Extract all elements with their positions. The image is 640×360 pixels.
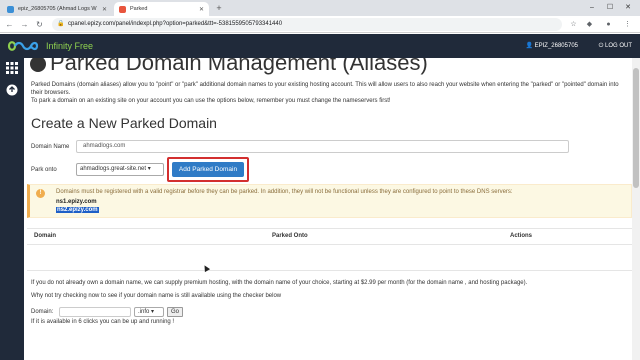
forward-icon[interactable]: → bbox=[19, 19, 30, 30]
browser-tab-parked[interactable]: Parked ✕ bbox=[114, 2, 209, 16]
page-scrollbar[interactable] bbox=[632, 58, 640, 360]
page-title: Parked Domain Management (Aliases) bbox=[30, 58, 428, 76]
page-title-text: Parked Domain Management (Aliases) bbox=[50, 58, 428, 75]
intro-paragraph-2: To park a domain on an existing site on … bbox=[31, 98, 391, 104]
user-name: EPIZ_26805705 bbox=[534, 43, 578, 49]
table-header-divider bbox=[27, 244, 632, 245]
bookmark-star-icon[interactable]: ☆ bbox=[568, 19, 579, 30]
go-button[interactable]: Go bbox=[167, 307, 184, 317]
domain-name-input[interactable]: ahmadlogs.com bbox=[76, 140, 569, 153]
scrollbar-thumb[interactable] bbox=[633, 68, 639, 188]
upload-icon[interactable] bbox=[5, 84, 19, 98]
column-parked-onto: Parked Onto bbox=[272, 233, 308, 239]
park-onto-value: ahmadlogs.great-site.net bbox=[80, 166, 147, 172]
parked-domains-table-header: Domain Parked Onto Actions bbox=[27, 230, 632, 244]
tab-title: Parked bbox=[130, 6, 148, 12]
reload-icon[interactable]: ↻ bbox=[34, 19, 45, 30]
app-header: Infinity Free 👤 EPIZ_26805705 ⏻ LOG OUT bbox=[0, 34, 640, 58]
tab-close-icon[interactable]: ✕ bbox=[199, 6, 204, 13]
table-bottom-divider bbox=[27, 270, 632, 271]
minimize-icon[interactable]: – bbox=[584, 0, 600, 16]
alert-message: Domains must be registered with a valid … bbox=[56, 189, 513, 195]
tld-select[interactable]: .info ▾ bbox=[134, 307, 164, 317]
domain-checker-input[interactable] bbox=[59, 307, 131, 317]
tab-close-icon[interactable]: ✕ bbox=[102, 6, 107, 13]
menu-dots-icon[interactable]: ⋮ bbox=[622, 19, 633, 30]
park-onto-label: Park onto bbox=[31, 167, 57, 173]
tab-favicon-icon bbox=[7, 5, 14, 13]
tab-title: epiz_26805705 (Ahmad Logs W bbox=[18, 6, 97, 12]
availability-text: If it is available in 6 clicks you can b… bbox=[31, 319, 175, 325]
sidebar bbox=[0, 58, 24, 360]
infinity-logo-icon bbox=[7, 41, 39, 51]
browser-tab-account[interactable]: epiz_26805705 (Ahmad Logs W ✕ bbox=[2, 2, 112, 16]
extension-icon[interactable]: ◆ bbox=[584, 19, 595, 30]
new-tab-button[interactable]: + bbox=[214, 3, 224, 13]
grid-menu-icon[interactable] bbox=[5, 62, 19, 76]
main-content: Parked Domain Management (Aliases) Parke… bbox=[24, 58, 632, 360]
warning-icon: ! bbox=[36, 189, 45, 198]
dns-warning-alert: ! Domains must be registered with a vali… bbox=[27, 184, 632, 218]
brand-name: Infinity Free bbox=[46, 41, 94, 51]
url-bar[interactable]: 🔒 cpanel.epizy.com/panel/indexpl.php?opt… bbox=[52, 18, 562, 31]
user-account-link[interactable]: 👤 EPIZ_26805705 bbox=[525, 39, 578, 53]
domain-checker-label: Domain: bbox=[31, 309, 54, 315]
section-title: Create a New Parked Domain bbox=[31, 115, 217, 131]
logout-label: LOG OUT bbox=[604, 43, 632, 49]
maximize-icon[interactable]: ☐ bbox=[602, 0, 618, 16]
intro-paragraph-1: Parked Domains (domain aliases) allow yo… bbox=[31, 82, 619, 96]
premium-hosting-text: If you do not already own a domain name,… bbox=[31, 280, 528, 286]
logout-link[interactable]: ⏻ LOG OUT bbox=[599, 39, 632, 53]
column-domain: Domain bbox=[34, 233, 57, 239]
checker-intro-text: Why not try checking now to see if your … bbox=[31, 293, 282, 299]
domain-name-label: Domain Name bbox=[31, 144, 70, 150]
url-text: cpanel.epizy.com/panel/indexpl.php?optio… bbox=[68, 21, 283, 27]
nameserver-1: ns1.epizy.com bbox=[56, 199, 97, 205]
browser-tabbar: epiz_26805705 (Ahmad Logs W ✕ Parked ✕ +… bbox=[0, 0, 640, 16]
intro-text: Parked Domains (domain aliases) allow yo… bbox=[31, 81, 629, 105]
back-icon[interactable]: ← bbox=[4, 19, 15, 30]
parked-domain-icon bbox=[30, 58, 46, 73]
tab-favicon-icon bbox=[119, 5, 126, 13]
column-actions: Actions bbox=[510, 233, 533, 239]
add-parked-domain-highlight: Add Parked Domain bbox=[167, 157, 249, 182]
park-onto-select[interactable]: ahmadlogs.great-site.net ▾ bbox=[76, 163, 164, 176]
browser-address-row: ← → ↻ 🔒 cpanel.epizy.com/panel/indexpl.p… bbox=[0, 16, 640, 33]
nameserver-2: ns2.epizy.com bbox=[56, 207, 99, 213]
window-close-icon[interactable]: ✕ bbox=[620, 0, 636, 16]
tld-value: .info bbox=[138, 309, 150, 315]
lock-icon: 🔒 bbox=[57, 21, 65, 27]
table-top-divider bbox=[27, 228, 632, 229]
profile-icon[interactable]: ● bbox=[603, 19, 614, 30]
add-parked-domain-button[interactable]: Add Parked Domain bbox=[172, 162, 244, 177]
